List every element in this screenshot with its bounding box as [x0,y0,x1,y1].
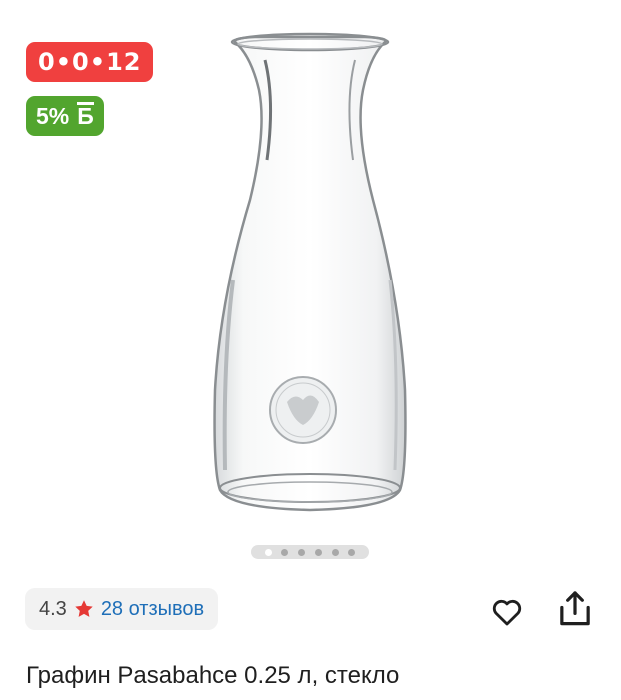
pager-dot-3[interactable] [298,548,306,556]
star-icon [75,600,93,617]
pager-dot-6[interactable] [348,548,356,556]
cashback-badge: 5% Б [26,96,104,136]
product-title: Графин Pasabahce 0.25 л, стекло [26,662,400,689]
pager-dot-4[interactable] [314,548,322,556]
gallery-pager[interactable] [251,545,369,559]
share-icon[interactable] [557,590,593,628]
pager-dot-2[interactable] [281,548,289,556]
cashback-currency-icon: Б [77,101,94,129]
installment-badge-text: 0•0•12 [38,48,142,76]
reviews-link[interactable]: 28 отзывов [101,598,204,621]
pager-dot-5[interactable] [331,548,339,556]
rating-value: 4.3 [39,597,67,620]
pager-dot-1[interactable] [264,548,272,556]
installment-badge: 0•0•12 [26,42,154,82]
cashback-percent: 5% [36,102,70,129]
rating-summary[interactable]: 4.3 28 отзывов [25,588,219,630]
product-image[interactable] [195,30,425,530]
heart-icon[interactable] [490,595,524,629]
